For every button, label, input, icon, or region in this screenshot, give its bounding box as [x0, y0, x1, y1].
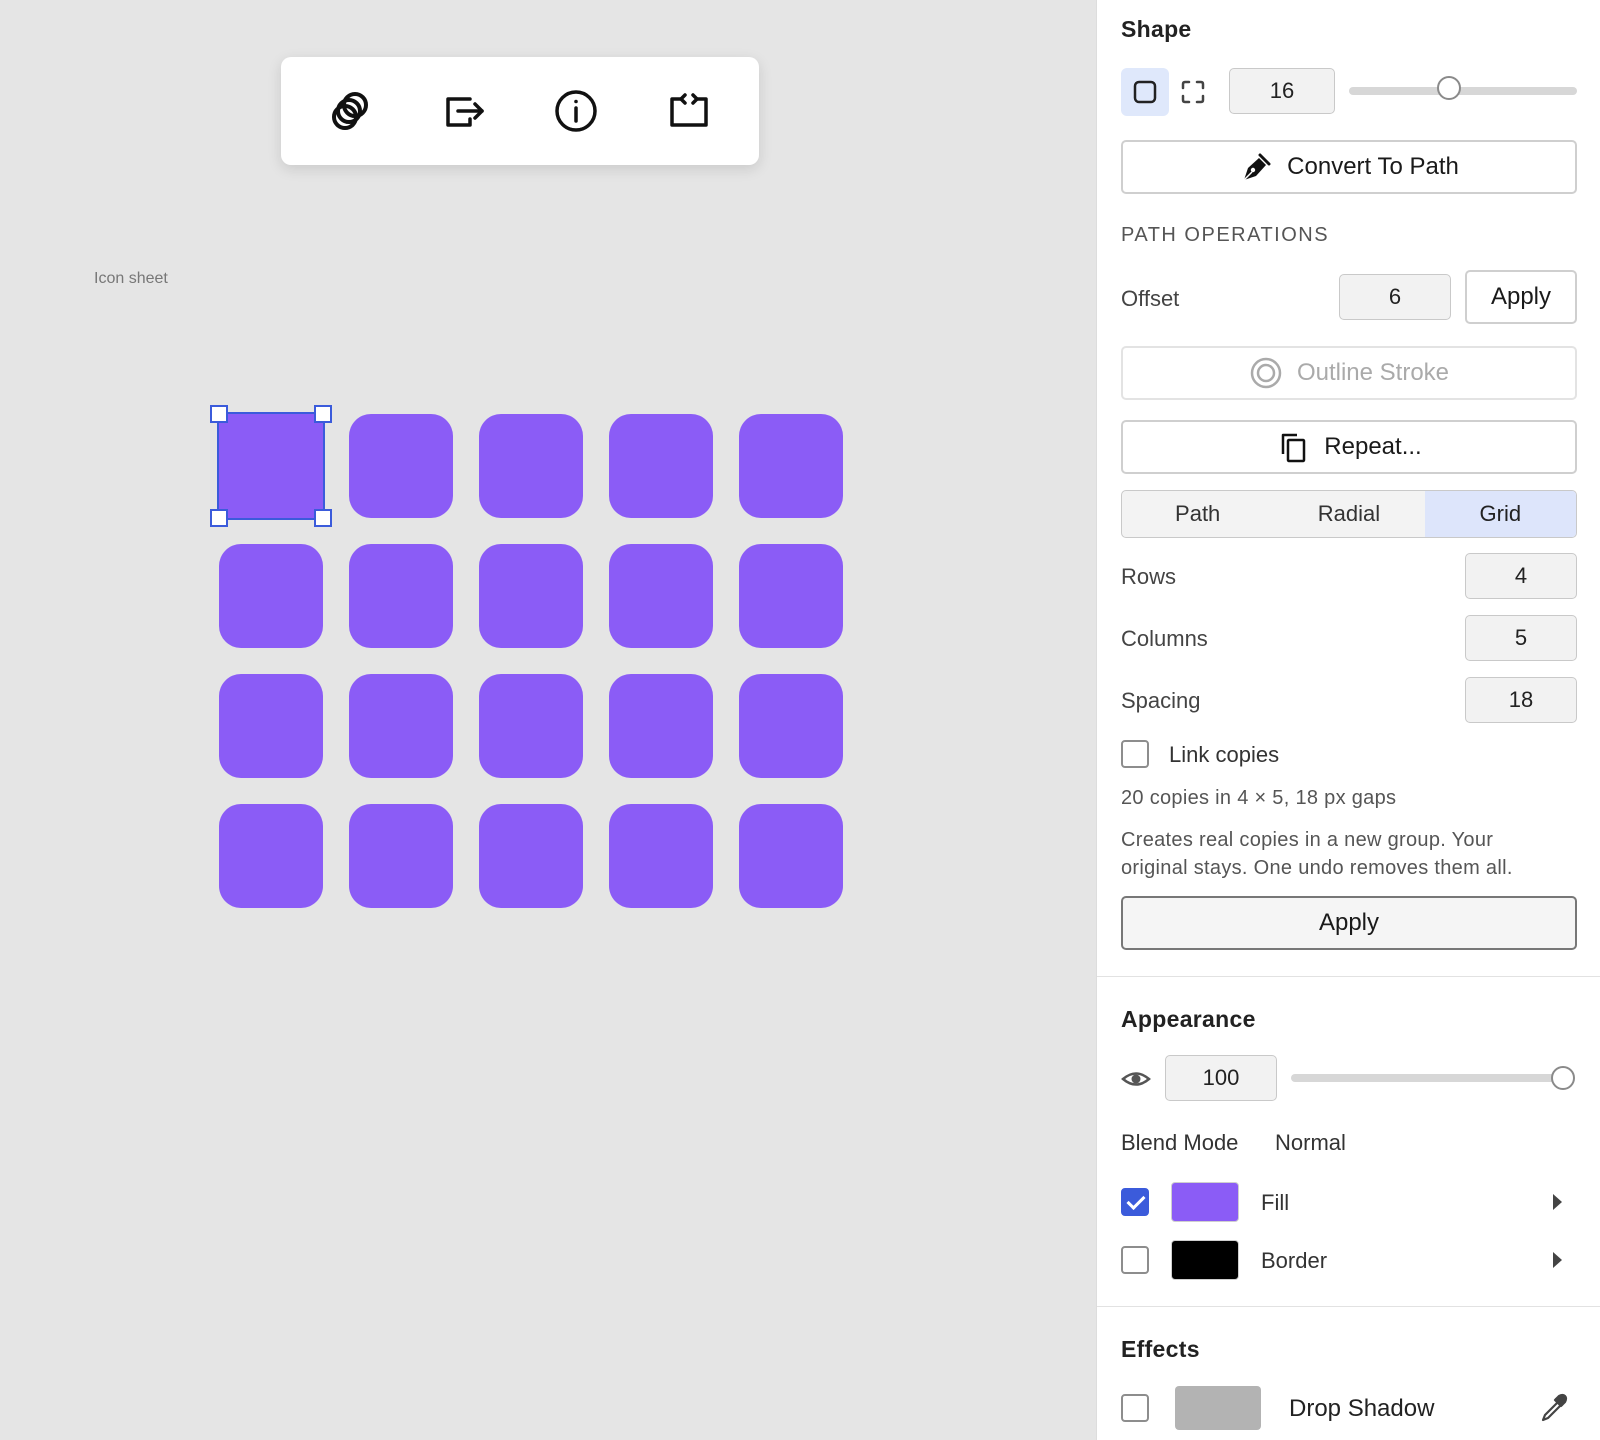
spacing-input[interactable]: 18	[1465, 677, 1577, 723]
independent-corners-icon	[1181, 80, 1205, 104]
corner-radius-slider-knob[interactable]	[1437, 76, 1462, 100]
outline-stroke-label: Outline Stroke	[1296, 359, 1450, 386]
boolean-ops-icon	[332, 92, 369, 130]
grid-tile[interactable]	[609, 674, 713, 778]
boolean-ops-button[interactable]	[319, 79, 383, 143]
columns-label: Columns	[1121, 626, 1208, 651]
canvas[interactable]: Icon sheet	[0, 0, 1096, 1440]
link-copies-checkbox[interactable]	[1121, 740, 1149, 768]
border-checkbox[interactable]	[1121, 1246, 1149, 1274]
export-icon	[446, 97, 484, 127]
info-icon	[555, 90, 597, 132]
tab-path[interactable]: Path	[1122, 491, 1273, 537]
grid-tile[interactable]	[609, 804, 713, 908]
fill-checkbox[interactable]	[1121, 1188, 1149, 1216]
grid-tile[interactable]	[609, 414, 713, 518]
outline-stroke-icon	[1250, 357, 1282, 389]
repeat-mode-tabs: Path Radial Grid	[1121, 490, 1577, 538]
rounded-corners-toggle[interactable]	[1121, 68, 1169, 116]
selected-tile[interactable]	[217, 412, 325, 520]
repeat-summary: 20 copies in 4 × 5, 18 px gaps	[1121, 787, 1397, 809]
grid-tile[interactable]	[739, 414, 843, 518]
grid-tile[interactable]	[349, 804, 453, 908]
convert-to-path-label: Convert To Path	[1287, 153, 1459, 180]
blend-mode-label: Blend Mode	[1121, 1130, 1239, 1155]
grid-tile[interactable]	[479, 804, 583, 908]
convert-to-path-button[interactable]: Convert To Path	[1121, 140, 1577, 194]
code-embed-icon	[670, 93, 708, 127]
properties-panel: Shape 16 Convert To Path PATH OPERATIONS…	[1096, 0, 1600, 1440]
fill-color-swatch[interactable]	[1171, 1182, 1239, 1222]
grid-tile[interactable]	[349, 544, 453, 648]
selection-handle[interactable]	[314, 509, 332, 527]
appearance-section-title: Appearance	[1121, 1006, 1256, 1032]
pen-tool-icon	[1243, 153, 1271, 181]
opacity-slider-knob[interactable]	[1551, 1066, 1575, 1090]
grid-tile[interactable]	[739, 804, 843, 908]
eyedropper-button[interactable]	[1537, 1392, 1569, 1424]
grid-tile[interactable]	[219, 544, 323, 648]
offset-label: Offset	[1121, 286, 1180, 311]
offset-apply-button[interactable]: Apply	[1465, 270, 1577, 324]
opacity-input[interactable]: 100	[1165, 1055, 1277, 1101]
floating-toolbar	[281, 57, 759, 165]
section-divider	[1097, 1306, 1600, 1307]
effects-section-title: Effects	[1121, 1336, 1200, 1362]
corner-radius-input[interactable]: 16	[1229, 68, 1335, 114]
blend-mode-select[interactable]: Normal	[1275, 1130, 1346, 1156]
drop-shadow-checkbox[interactable]	[1121, 1394, 1149, 1422]
rows-label: Rows	[1121, 564, 1177, 589]
visibility-toggle[interactable]	[1121, 1064, 1151, 1094]
grid-tile[interactable]	[349, 414, 453, 518]
fill-expand-icon[interactable]	[1553, 1194, 1562, 1210]
grid-tile[interactable]	[349, 674, 453, 778]
section-divider	[1097, 976, 1600, 977]
frame-label: Icon sheet	[94, 270, 168, 287]
shape-section-title: Shape	[1121, 16, 1192, 42]
repeat-button[interactable]: Repeat...	[1121, 420, 1577, 474]
selection-handle[interactable]	[314, 405, 332, 423]
grid-tile[interactable]	[479, 674, 583, 778]
drop-shadow-label: Drop Shadow	[1289, 1395, 1435, 1422]
grid-tile[interactable]	[479, 414, 583, 518]
tab-grid[interactable]: Grid	[1424, 491, 1576, 537]
link-copies-label: Link copies	[1169, 742, 1280, 767]
path-operations-title: PATH OPERATIONS	[1121, 224, 1330, 246]
opacity-slider[interactable]	[1291, 1074, 1563, 1082]
info-button[interactable]	[544, 79, 608, 143]
border-label: Border	[1261, 1248, 1328, 1273]
grid-tile[interactable]	[219, 674, 323, 778]
export-button[interactable]	[432, 79, 496, 143]
drop-shadow-swatch[interactable]	[1175, 1386, 1261, 1430]
copy-icon	[1282, 433, 1306, 463]
repeat-label: Repeat...	[1324, 433, 1422, 460]
border-color-swatch[interactable]	[1171, 1240, 1239, 1280]
selection-handle[interactable]	[210, 509, 228, 527]
eye-icon	[1121, 1072, 1151, 1086]
repeat-apply-button[interactable]: Apply	[1121, 896, 1577, 950]
tab-radial[interactable]: Radial	[1273, 491, 1424, 537]
corner-radius-slider[interactable]	[1349, 87, 1577, 95]
grid-tile[interactable]	[739, 674, 843, 778]
grid-tile[interactable]	[479, 544, 583, 648]
grid-tile[interactable]	[219, 804, 323, 908]
rows-input[interactable]: 4	[1465, 553, 1577, 599]
independent-corners-toggle[interactable]	[1169, 68, 1217, 116]
fill-label: Fill	[1261, 1190, 1290, 1215]
border-expand-icon[interactable]	[1553, 1252, 1562, 1268]
repeat-description: Creates real copies in a new group. Your…	[1121, 829, 1513, 879]
eyedropper-icon	[1541, 1393, 1568, 1422]
grid-tile[interactable]	[609, 544, 713, 648]
rounded-square-icon	[1133, 80, 1157, 104]
columns-input[interactable]: 5	[1465, 615, 1577, 661]
spacing-label: Spacing	[1121, 688, 1201, 713]
code-embed-button[interactable]	[657, 79, 721, 143]
selection-handle[interactable]	[210, 405, 228, 423]
outline-stroke-button[interactable]: Outline Stroke	[1121, 346, 1577, 400]
grid-tile[interactable]	[739, 544, 843, 648]
offset-input[interactable]: 6	[1339, 274, 1451, 320]
